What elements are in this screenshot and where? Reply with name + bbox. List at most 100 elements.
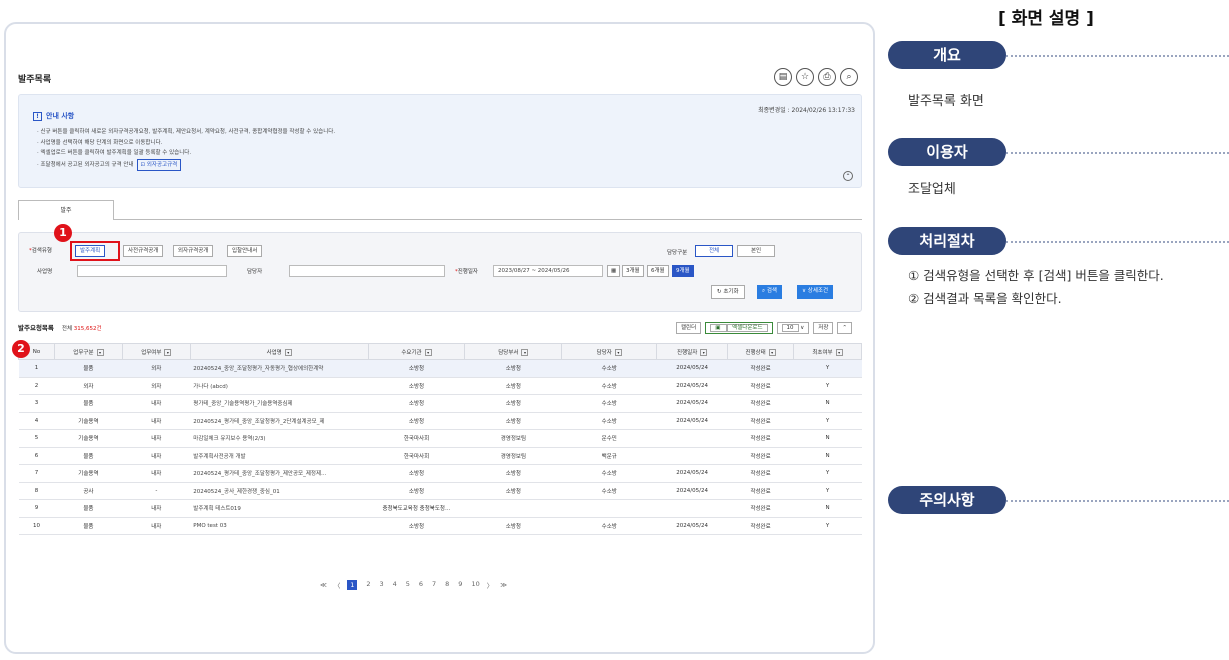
table-cell: Y <box>793 377 862 395</box>
column-header[interactable]: 담당자 ▾ <box>561 343 658 360</box>
table-cell: 2024/05/24 <box>656 517 728 535</box>
table-cell: 2 <box>18 377 55 395</box>
first-page-button[interactable]: ≪ <box>320 581 327 589</box>
table-cell: 물품 <box>54 517 123 535</box>
table-cell: 기술용역 <box>54 464 123 483</box>
page-number[interactable]: 1 <box>347 580 358 590</box>
table-cell: 내자 <box>122 517 191 535</box>
page-number[interactable]: 9 <box>458 580 462 590</box>
column-header[interactable]: 업무여부 ▾ <box>121 343 191 360</box>
pagination: ≪ 〈 1 2 3 4 5 6 7 8 9 10 〉 ≫ <box>320 580 507 590</box>
table-cell: 작성완료 <box>727 464 794 483</box>
manager-input[interactable] <box>289 265 445 277</box>
table-row[interactable]: 3 물품 내자 평가테_중앙_기술용역평가_기술용역중심제 소방청 소방청 수소방 2024/… <box>18 394 862 413</box>
type-button-bid-guide[interactable]: 입찰안내서 <box>227 245 263 257</box>
detail-condition-button[interactable]: ∨ 상세조건 <box>797 285 834 299</box>
table-row[interactable]: 7 기술용역 내자 20240524_평가테_중앙_조달청평가_제안공모_제정제… 소방… <box>18 464 862 483</box>
table-cell: 물품 <box>54 359 123 378</box>
page-number[interactable]: 6 <box>419 580 423 590</box>
foreign-spec-link[interactable]: ⊡ 외자공고규격 <box>136 158 182 171</box>
page-size-select[interactable]: 10 ∨ <box>776 322 810 334</box>
table-row[interactable]: 4 기술용역 내자 20240524_평가테_중앙_조달청평가_2단계설계공모_제 소방… <box>18 412 862 430</box>
table-cell: 4 <box>18 412 55 430</box>
table-cell: 수소방 <box>561 482 657 500</box>
page-number[interactable]: 10 <box>471 580 479 590</box>
table-cell <box>656 429 728 448</box>
period-6m-button[interactable]: 6개월 <box>647 265 669 277</box>
table-row[interactable]: 6 물품 내자 발주계획사전공개 개발 한국마사회 경영정보팀 백운규 작성완료 N <box>18 447 862 465</box>
period-input[interactable]: 2023/08/27 ~ 2024/05/26 <box>493 265 603 277</box>
column-header[interactable]: 진행일자 ▾ <box>656 343 729 360</box>
table-cell: 외자 <box>54 377 123 395</box>
project-name-link[interactable]: 가나다 (abcd) <box>190 377 369 395</box>
tab-order[interactable]: 발주 <box>18 200 114 220</box>
project-name-link[interactable]: 20240524_평가테_중앙_조달청평가_2단계설계공모_제 <box>190 412 369 430</box>
excel-download-button[interactable]: ▣ 엑셀다운로드 <box>705 322 773 334</box>
search-zoom-icon[interactable]: ⌕ <box>840 68 858 86</box>
page-number[interactable]: 7 <box>432 580 436 590</box>
column-header[interactable]: 최초여부 ▾ <box>793 343 862 360</box>
project-name-link[interactable]: 발주계획 테스트019 <box>190 499 369 518</box>
column-header[interactable]: 수요기관 ▾ <box>367 343 466 360</box>
table-row[interactable]: 10 물품 내자 PMO test 03 소방청 소방청 수소방 2024/05/24 작성완료… <box>18 517 862 535</box>
type-button-foreign[interactable]: 외자규격공개 <box>173 245 214 257</box>
table-cell: 백운규 <box>561 447 657 465</box>
table-cell: 2024/05/24 <box>656 359 728 378</box>
save-button[interactable]: 저장 <box>813 322 834 334</box>
calendar-button[interactable]: 캘린더 <box>676 322 702 334</box>
page-number[interactable]: 8 <box>445 580 449 590</box>
last-page-button[interactable]: ≫ <box>500 581 507 589</box>
project-name-link[interactable]: PMO test 03 <box>190 517 369 535</box>
page-number[interactable]: 5 <box>406 580 410 590</box>
period-3m-button[interactable]: 3개월 <box>622 265 644 277</box>
charge-all-button[interactable]: 전체 <box>695 245 733 257</box>
page-number[interactable]: 3 <box>379 580 383 590</box>
table-row[interactable]: 9 물품 내자 발주계획 테스트019 충청북도교육청 충청북도청… 작성완료 N <box>18 499 862 518</box>
column-header[interactable]: 업무구분 ▾ <box>53 343 123 360</box>
table-row[interactable]: 2 외자 외자 가나다 (abcd) 소방청 소방청 수소방 2024/05/24 작성완료 Y <box>18 377 862 395</box>
table-cell: 1 <box>18 359 55 378</box>
prev-page-button[interactable]: 〈 <box>334 580 341 590</box>
column-header[interactable]: 진행상태 ▾ <box>727 343 795 360</box>
column-header[interactable]: 사업명 ▾ <box>189 343 369 360</box>
table-cell: 소방청 <box>368 394 465 413</box>
project-name-link[interactable]: 평가테_중앙_기술용역평가_기술용역중심제 <box>190 394 369 413</box>
period-9m-button[interactable]: 9개월 <box>672 265 694 277</box>
project-input[interactable] <box>77 265 227 277</box>
table-row[interactable]: 8 공사 -20240524_공사_제한경쟁_중심_01 소방청 소방청 수소방 2024/… <box>18 482 862 500</box>
project-name-link[interactable]: 20240524_중앙_조달청평가_자동평가_협상에의한계약 <box>190 359 369 378</box>
printer-icon[interactable]: ⎙ <box>818 68 836 86</box>
search-button[interactable]: ⌕ 검색 <box>757 285 782 299</box>
project-name-link[interactable]: 발주계획사전공개 개발 <box>190 447 369 465</box>
panel-title: [ 화면 설명 ] <box>998 9 1094 29</box>
star-icon[interactable]: ☆ <box>796 68 814 86</box>
project-name-link[interactable]: 마감일체크 유지보수 용역(2/3) <box>190 429 369 448</box>
project-name-link[interactable]: 20240524_공사_제한경쟁_중심_01 <box>190 482 369 500</box>
table-cell: 2024/05/24 <box>656 394 728 413</box>
type-button-plan[interactable]: 발주계획 <box>75 245 106 257</box>
project-name-link[interactable]: 20240524_평가테_중앙_조달청평가_제안공모_제정제… <box>190 464 369 483</box>
last-updated: 최종변경일 : 2024/02/26 13:17:33 <box>758 107 855 114</box>
collapse-icon[interactable]: ⌃ <box>843 171 853 181</box>
divider <box>1006 55 1229 57</box>
print-icon[interactable]: ▤ <box>774 68 792 86</box>
column-header[interactable]: 담당부서 ▾ <box>464 343 563 360</box>
next-page-button[interactable]: 〉 <box>487 580 494 590</box>
charge-mine-button[interactable]: 본인 <box>737 245 775 257</box>
calendar-icon[interactable]: ▦ <box>607 265 621 277</box>
table-header-row: No 업무구분 ▾ 업무여부 ▾ 사업명 ▾ 수요기관 ▾ 담당부서 ▾ 담당자 ▾ 진행일… <box>18 343 862 360</box>
table-cell: 소방청 <box>464 517 562 535</box>
page-number[interactable]: 4 <box>393 580 397 590</box>
chevron-up-icon[interactable]: ⌃ <box>837 322 853 334</box>
type-button-prespec[interactable]: 사전규격공개 <box>123 245 164 257</box>
table-cell: N <box>793 499 862 518</box>
table-cell: 9 <box>18 499 55 518</box>
reset-button[interactable]: ↻ 초기화 <box>711 285 745 299</box>
table-row[interactable]: 5 기술용역 내자 마감일체크 유지보수 용역(2/3) 한국마사회 경영정보팀 운수민 작성… <box>18 429 862 448</box>
table-row[interactable]: 1 물품 외자 20240524_중앙_조달청평가_자동평가_협상에의한계약 소방청 소방… <box>18 359 862 378</box>
list-heading: 발주요청목록 전체 315,652건 <box>18 324 102 332</box>
table-cell: 소방청 <box>368 359 465 378</box>
page-number[interactable]: 2 <box>366 580 370 590</box>
table-cell: 작성완료 <box>727 499 794 518</box>
manager-label: 담당자 <box>247 269 263 275</box>
